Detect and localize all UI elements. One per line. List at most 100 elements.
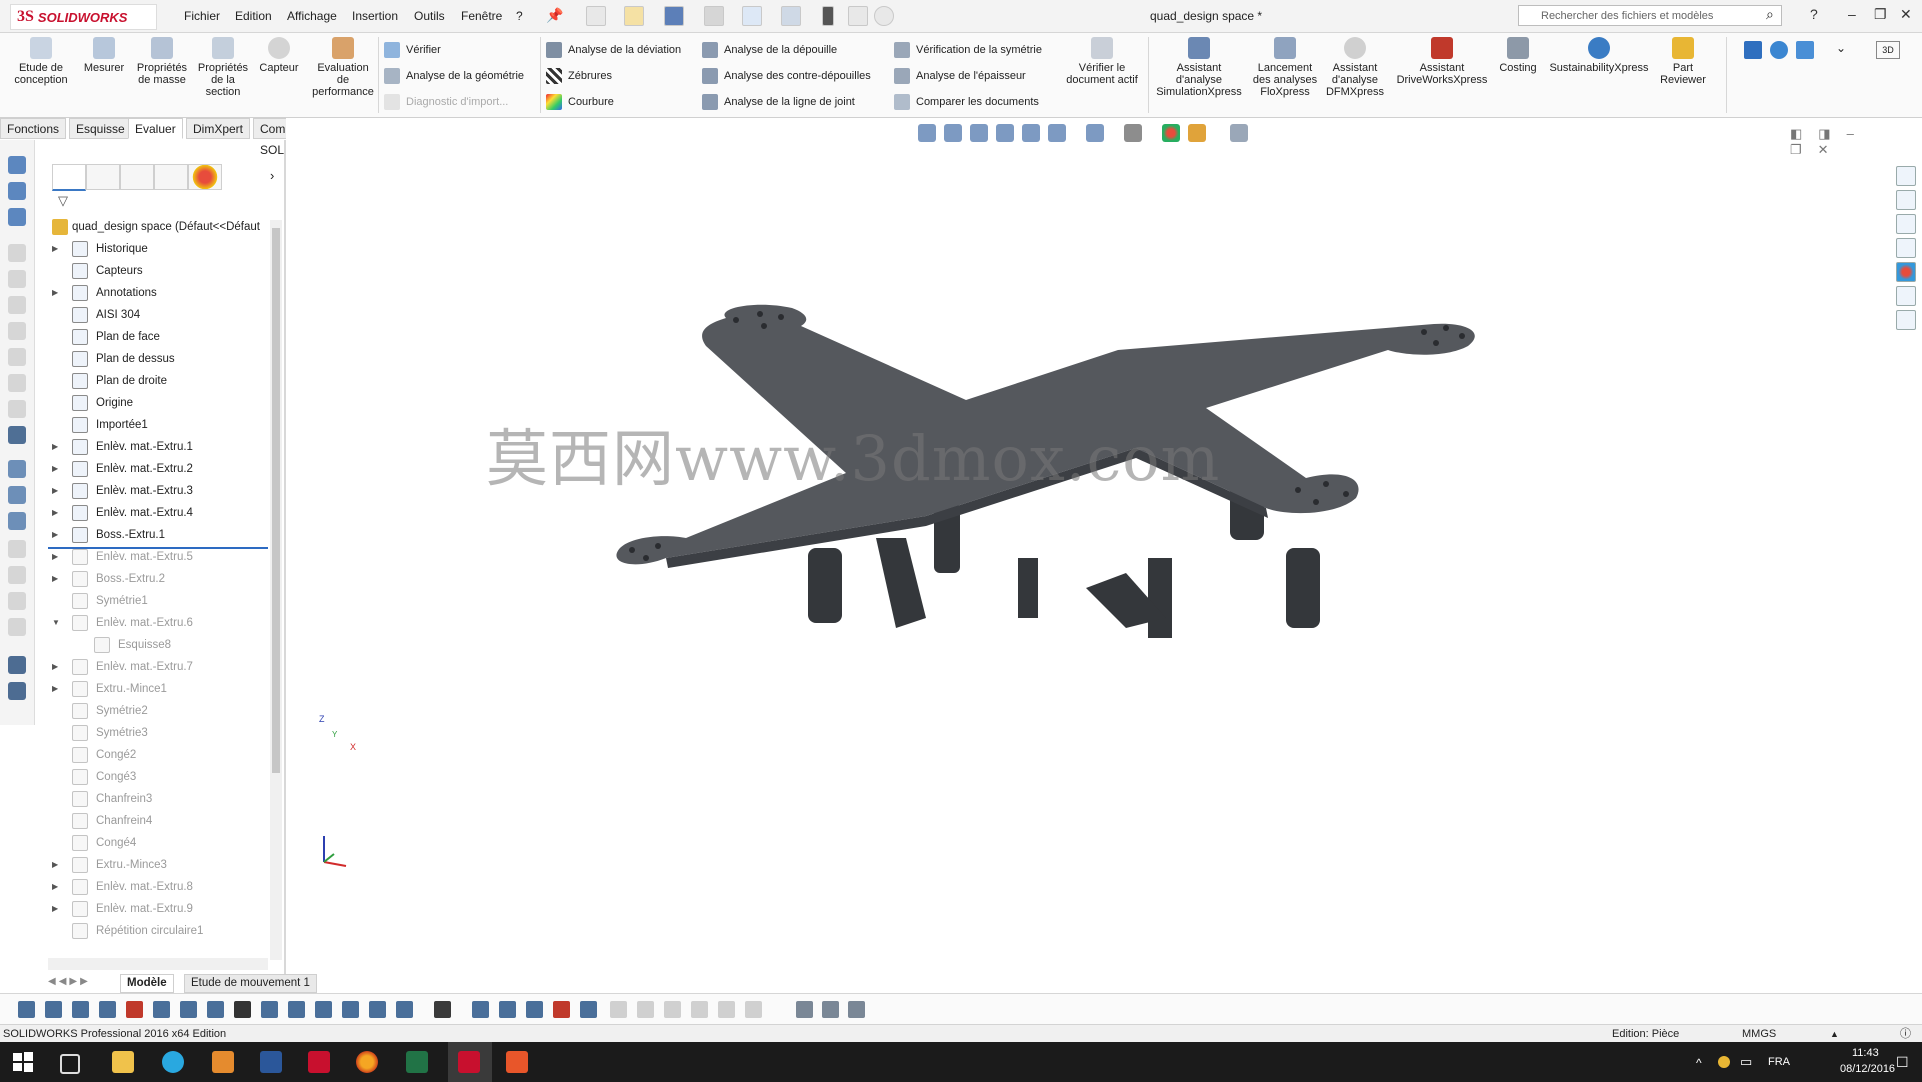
pin-icon[interactable]: 📌 — [546, 7, 563, 24]
bottom-tool-icon[interactable] — [396, 1001, 413, 1018]
search-icon[interactable]: ⌕ — [1766, 6, 1774, 23]
network-icon[interactable]: ▭ — [1740, 1054, 1752, 1070]
feature-tree-item[interactable]: Symétrie3 — [48, 722, 268, 744]
hide-show-items-icon[interactable] — [1124, 124, 1142, 142]
driveworksxpress-button[interactable]: Assistant DriveWorksXpress — [1390, 37, 1494, 86]
file-explorer-taskbar-icon[interactable] — [112, 1051, 134, 1073]
view-orientation-icon[interactable] — [1048, 124, 1066, 142]
bottom-tool-icon[interactable] — [499, 1001, 516, 1018]
menu-affichage[interactable]: Affichage — [287, 9, 337, 23]
status-units[interactable]: MMGS — [1742, 1025, 1776, 1043]
tray-chevron-icon[interactable]: ^ — [1696, 1056, 1702, 1070]
task-view-icon[interactable] — [60, 1054, 80, 1074]
clock-time[interactable]: 11:43 — [1852, 1047, 1879, 1059]
sketch-tool-icon[interactable] — [8, 156, 26, 174]
display-style-icon[interactable] — [1086, 124, 1104, 142]
solidworks-logo[interactable]: 3S SOLIDWORKS — [10, 4, 157, 30]
bottom-tool-icon[interactable] — [261, 1001, 278, 1018]
design-study-button[interactable]: Etude de conception — [8, 37, 74, 86]
feature-tree-item[interactable]: Chanfrein4 — [48, 810, 268, 832]
minimize-button[interactable]: – — [1848, 6, 1856, 22]
configurationmanager-tab-icon[interactable] — [120, 164, 154, 190]
bottom-tool-icon[interactable] — [472, 1001, 489, 1018]
bottom-tool-icon[interactable] — [126, 1001, 143, 1018]
save-icon[interactable] — [664, 6, 684, 26]
dfmxpress-button[interactable]: Assistant d'analyse DFMXpress — [1322, 37, 1388, 98]
draft-analysis-button[interactable]: Analyse de la dépouille — [702, 42, 837, 58]
file-properties-icon[interactable] — [848, 6, 868, 26]
curvature-button[interactable]: Courbure — [546, 94, 614, 110]
bottom-tool-icon[interactable] — [288, 1001, 305, 1018]
feature-tree-item[interactable]: AISI 304 — [48, 304, 268, 326]
expand-arrow-icon[interactable]: ▶ — [52, 546, 62, 568]
feature-tree-item[interactable]: ▶ Extru.-Mince1 — [48, 678, 268, 700]
home-icon[interactable] — [1896, 166, 1916, 186]
undo-icon[interactable] — [742, 6, 762, 26]
app-taskbar-icon[interactable] — [212, 1051, 234, 1073]
dimxpertmanager-tab-icon[interactable] — [154, 164, 188, 190]
undercut-analysis-button[interactable]: Analyse des contre-dépouilles — [702, 68, 871, 84]
expand-arrow-icon[interactable]: ▶ — [52, 568, 62, 590]
feature-tree-item[interactable]: Répétition circulaire1 — [48, 920, 268, 942]
pattern-tool-icon[interactable] — [8, 512, 26, 530]
apply-scene-icon[interactable] — [1188, 124, 1206, 142]
language-indicator[interactable]: FRA — [1768, 1056, 1790, 1068]
feature-tree-item[interactable]: ▶ Annotations — [48, 282, 268, 304]
featuremanager-tab-icon[interactable] — [52, 164, 86, 191]
expand-arrow-icon[interactable]: ▶ — [52, 656, 62, 678]
capture-tool-icon[interactable] — [848, 1001, 865, 1018]
tree-root[interactable]: quad_design space (Défaut<<Défaut — [48, 216, 278, 238]
scrollbar-thumb[interactable] — [272, 228, 280, 773]
filter-icon[interactable]: ▽ — [58, 193, 68, 209]
feature-tree-item[interactable]: Plan de face — [48, 326, 268, 348]
parting-line-analysis-button[interactable]: Analyse de la ligne de joint — [702, 94, 855, 110]
firefox-taskbar-icon[interactable] — [356, 1051, 378, 1073]
feature-tree-item[interactable]: ▶ Enlèv. mat.-Extru.4 — [48, 502, 268, 524]
custom-properties-icon[interactable] — [1896, 286, 1916, 306]
mirror-tool-icon[interactable] — [8, 682, 26, 700]
dynamic-annotation-icon[interactable] — [1022, 124, 1040, 142]
expand-arrow-icon[interactable]: ▶ — [52, 678, 62, 700]
chevron-down-icon[interactable]: ⌄ — [1836, 41, 1846, 55]
expand-arrow-icon[interactable]: ▶ — [52, 436, 62, 458]
bottom-tool-icon[interactable] — [580, 1001, 597, 1018]
feature-tree-item[interactable]: ▶ Enlèv. mat.-Extru.1 — [48, 436, 268, 458]
check-active-document-button[interactable]: Vérifier le document actif — [1062, 37, 1142, 86]
bottom-tool-icon[interactable] — [315, 1001, 332, 1018]
feature-tree-item[interactable]: Symétrie2 — [48, 700, 268, 722]
windows-start-icon[interactable] — [12, 1051, 34, 1073]
link-icon[interactable] — [1796, 41, 1814, 59]
feature-tree-item[interactable]: ▶ Enlèv. mat.-Extru.9 — [48, 898, 268, 920]
mass-properties-button[interactable]: Propriétés de masse — [134, 37, 190, 86]
tab-evaluer[interactable]: Evaluer — [128, 118, 183, 139]
measure-button[interactable]: Mesurer — [80, 37, 128, 74]
refresh-icon[interactable] — [1770, 41, 1788, 59]
bottom-tool-icon[interactable] — [234, 1001, 251, 1018]
feature-tree-item[interactable]: Esquisse8 — [48, 634, 268, 656]
options-gear-icon[interactable] — [874, 6, 894, 26]
menu-fichier[interactable]: Fichier — [184, 9, 220, 23]
expand-arrow-icon[interactable]: ▶ — [52, 854, 62, 876]
menu-fenetre[interactable]: Fenêtre — [461, 9, 502, 23]
expand-arrow-icon[interactable]: ▶ — [52, 876, 62, 898]
shell-tool-icon[interactable] — [8, 656, 26, 674]
chevron-right-icon[interactable]: › — [270, 168, 274, 183]
feature-tree-item[interactable]: ▼ Enlèv. mat.-Extru.6 — [48, 612, 268, 634]
select-cursor-icon[interactable] — [781, 6, 801, 26]
bottom-tool-icon[interactable] — [99, 1001, 116, 1018]
menu-insertion[interactable]: Insertion — [352, 9, 398, 23]
part-reviewer-button[interactable]: Part Reviewer — [1658, 37, 1708, 86]
edit-appearance-icon[interactable] — [1162, 124, 1180, 142]
tab-fonctions[interactable]: Fonctions — [0, 118, 67, 139]
feature-tree-item[interactable]: Chanfrein3 — [48, 788, 268, 810]
expand-arrow-icon[interactable]: ▶ — [52, 238, 62, 260]
costing-button[interactable]: Costing — [1496, 37, 1540, 74]
search-input[interactable]: Rechercher des fichiers et modèles — [1518, 5, 1782, 26]
bottom-tool-icon[interactable] — [434, 1001, 451, 1018]
notifications-icon[interactable]: ☐ — [1896, 1054, 1909, 1071]
print-icon[interactable] — [704, 6, 724, 26]
view-settings-icon[interactable] — [1230, 124, 1248, 142]
feature-tree-item[interactable]: ▶ Historique — [48, 238, 268, 260]
capture-tool-icon[interactable] — [796, 1001, 813, 1018]
help-icon[interactable]: ? — [1810, 6, 1818, 22]
